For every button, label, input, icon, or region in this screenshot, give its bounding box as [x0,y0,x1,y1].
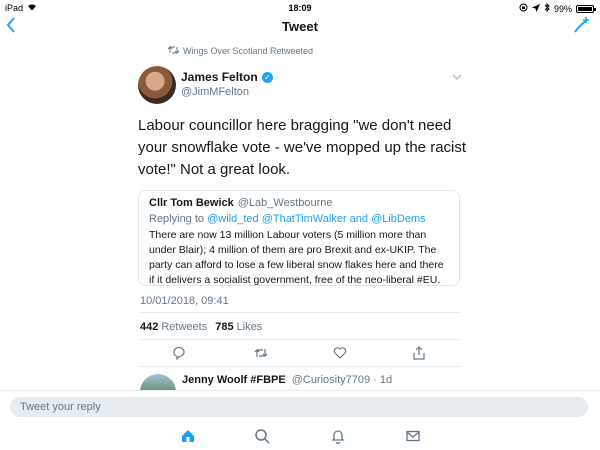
chevron-down-icon [452,74,462,80]
compose-icon [574,17,589,33]
author-name: James Felton [181,70,258,84]
more-options-button[interactable] [452,72,462,82]
tab-search[interactable] [254,428,270,444]
home-icon [182,430,194,442]
battery-icon [576,4,596,13]
tab-messages[interactable] [405,428,421,444]
tab-home[interactable] [180,428,196,444]
compose-button[interactable] [572,17,590,40]
like-button[interactable] [333,346,347,360]
quoted-tweet[interactable]: Cllr Tom Bewick @Lab_Westbourne Replying… [138,190,460,286]
next-tweet-author: Jenny Woolf #FBPE [182,374,286,386]
tweet-author[interactable]: James Felton ✓ @JimMFelton [181,70,273,98]
status-bar: iPad 18:09 99% [0,0,600,16]
verified-icon: ✓ [261,71,273,83]
reply-input[interactable] [10,397,588,417]
mail-icon [406,430,420,442]
author-handle: @JimMFelton [181,86,250,98]
quote-author-handle: @Lab_Westbourne [237,197,333,209]
reply-icon [173,346,185,361]
likes-count[interactable]: 785 Likes [215,321,262,333]
replying-mentions[interactable]: @wild_ted @ThatTimWalker and @LibDems [207,213,426,225]
quote-text: There are now 13 million Labour voters (… [149,229,444,286]
retweet-icon [254,349,268,357]
avatar[interactable] [138,66,176,104]
quote-author-name: Cllr Tom Bewick [149,197,234,209]
quote-replying-to: Replying to @wild_ted @ThatTimWalker and… [149,213,449,225]
divider [140,312,460,313]
share-icon [413,346,425,360]
retweets-number: 442 [140,321,159,333]
page-title: Tweet [282,19,318,34]
status-time: 18:09 [288,3,312,13]
likes-number: 785 [215,321,234,333]
retweet-button[interactable] [254,346,268,360]
tab-bar [0,424,600,450]
retweets-count[interactable]: 442 Retweets [140,321,207,333]
tweet-actions [0,346,600,362]
nav-bar: Tweet [0,16,600,38]
divider [140,339,460,340]
bell-icon [331,430,345,445]
retweet-icon [167,46,180,56]
tweet-text: Labour councillor here bragging "we don'… [138,117,467,178]
reply-bar [0,390,600,424]
bluetooth-icon [544,2,550,14]
orientation-lock-icon [519,3,528,14]
location-icon [531,3,540,14]
next-tweet-meta: @Curiosity7709 · 1d [291,374,393,386]
share-button[interactable] [412,346,426,360]
replying-prefix: Replying to [149,213,205,225]
retweets-label: Retweets [161,321,208,333]
status-right: 99% [519,2,596,14]
battery-percent: 99% [553,3,572,14]
likes-label: Likes [236,321,263,333]
tweet-stats: 442 Retweets 785 Likes [140,321,266,333]
tab-notifications[interactable] [330,428,346,445]
heart-icon [333,347,347,359]
retweeted-by-label: Wings Over Scotland Retweeted [183,46,314,56]
tweet-timestamp: 10/01/2018, 09:41 [140,295,229,307]
search-icon [255,429,270,444]
retweeted-by: Wings Over Scotland Retweeted [167,46,314,56]
reply-button[interactable] [172,346,186,361]
divider [140,366,460,367]
